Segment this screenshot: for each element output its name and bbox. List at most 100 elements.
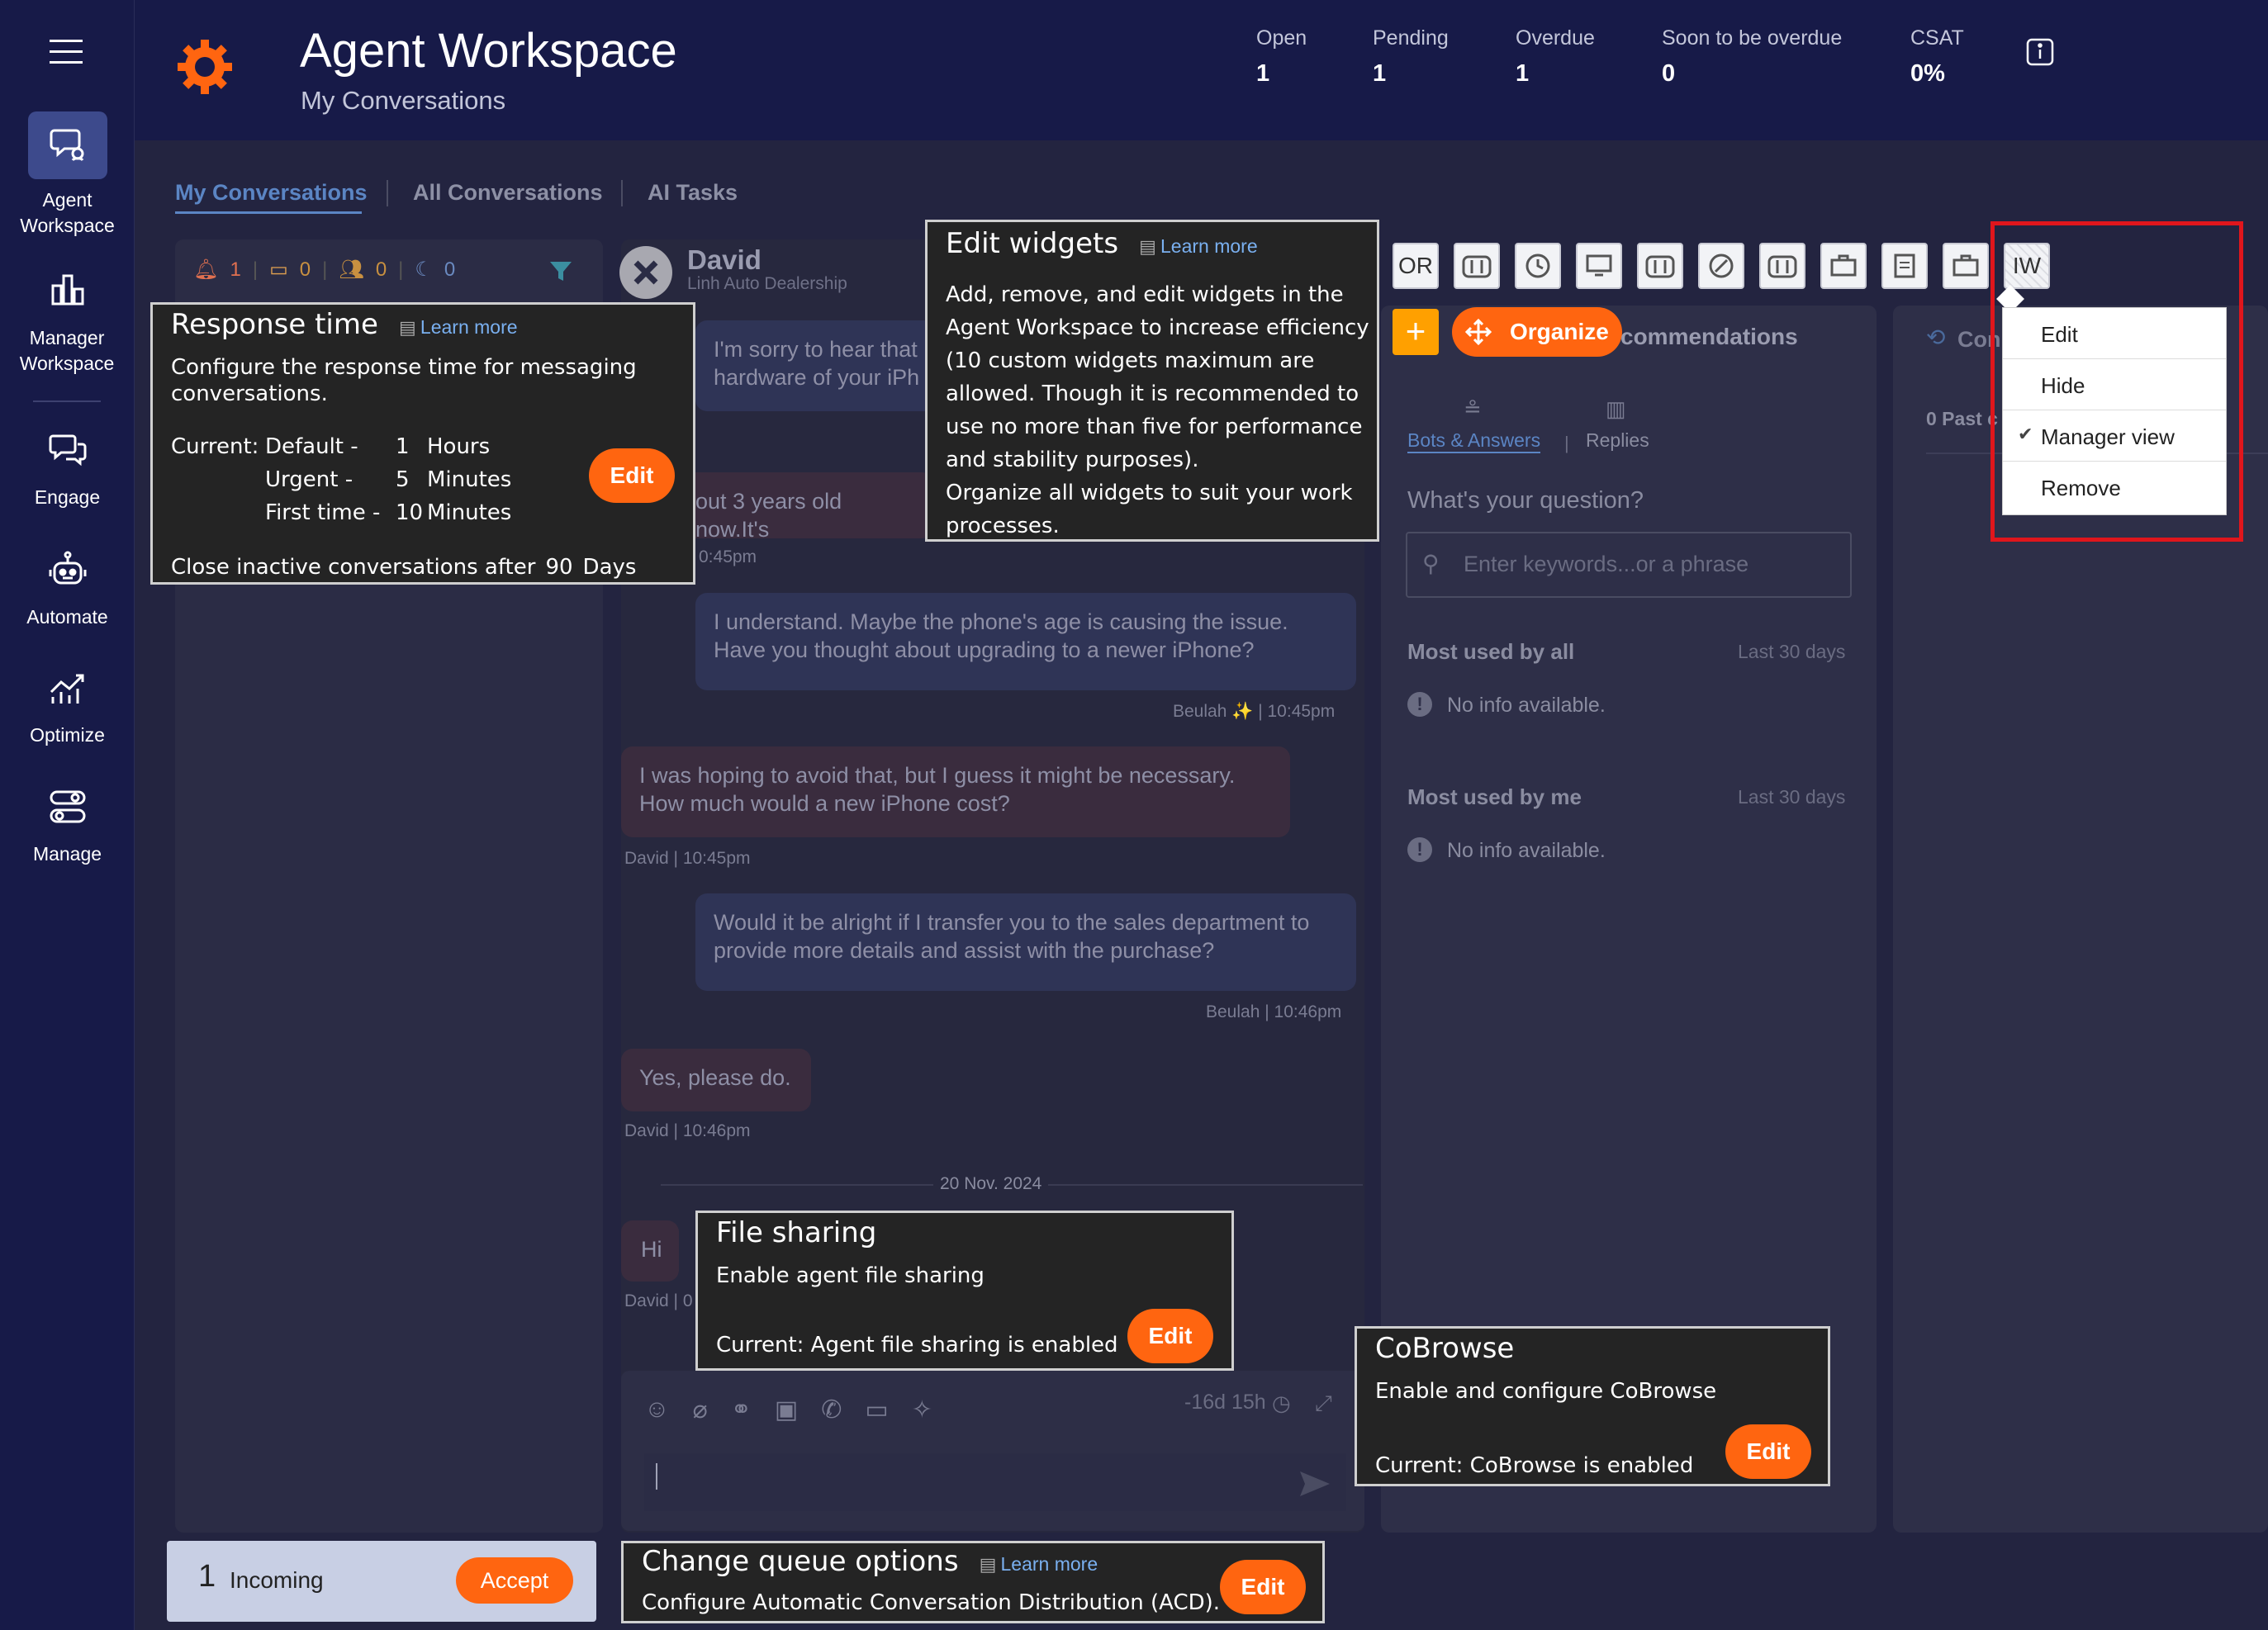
callout-text: Configure Automatic Conversation Distrib… [642, 1590, 1221, 1615]
replies-icon: ▥ [1606, 396, 1626, 421]
tab-divider [387, 180, 388, 206]
subtab-bots-answers[interactable]: Bots & Answers [1407, 429, 1541, 453]
callout-text: use no more than five for performance [946, 415, 1363, 439]
sidebar-item-optimize[interactable]: Optimize [0, 655, 135, 748]
clock-icon: ◷ [1272, 1391, 1291, 1415]
search-placeholder: Enter keywords...or a phrase [1464, 552, 1749, 576]
add-widget-button[interactable]: + [1393, 309, 1439, 355]
time-unit: Hours [427, 434, 491, 459]
kpi-value: 1 [1256, 60, 1270, 87]
widget-stack-icon[interactable] [1637, 243, 1683, 289]
link-icon[interactable]: ⚭ [731, 1395, 752, 1424]
phone-icon[interactable]: ✆ [821, 1395, 842, 1424]
users-icon[interactable]: 👥︎ [339, 258, 363, 282]
period-label: Last 30 days [1738, 641, 1846, 662]
widget-or-button[interactable]: OR [1393, 243, 1439, 289]
date-separator: 20 Nov. 2024 [933, 1174, 1049, 1194]
video-icon[interactable]: ▭ [865, 1395, 888, 1424]
learn-more-link[interactable]: Learn more [1001, 1553, 1098, 1575]
callout-status: Current: Agent file sharing is enabled [716, 1333, 1118, 1358]
edit-cobrowse-button[interactable]: Edit [1725, 1424, 1811, 1479]
incoming-count: 1 [198, 1559, 216, 1594]
moon-icon[interactable]: ☾ [415, 258, 433, 282]
sidebar-divider [33, 400, 101, 402]
sidebar-item-manager-workspace[interactable]: Manager Workspace [0, 256, 135, 377]
emoji-icon[interactable]: ☺ [644, 1395, 670, 1424]
sidebar-item-agent-workspace[interactable]: Agent Workspace [0, 111, 135, 239]
canned-response-icon[interactable]: ▣ [775, 1395, 798, 1424]
magic-wand-icon[interactable]: ✧ [912, 1395, 932, 1424]
callout-text: allowed. Though it is recommended to [946, 381, 1359, 406]
kpi-label: Pending [1373, 26, 1449, 50]
accept-button[interactable]: Accept [456, 1557, 573, 1604]
kpi-open[interactable]: Open 1 [1256, 26, 1307, 88]
callout-text: Agent Workspace to increase efficiency [946, 315, 1369, 340]
chat-message: Would it be alright if I transfer you to… [695, 893, 1356, 991]
sidebar-item-engage[interactable]: Engage [0, 417, 135, 510]
chat-widget-icon[interactable] [1576, 243, 1622, 289]
page-subtitle: My Conversations [301, 86, 506, 115]
tab-ai-tasks[interactable]: AI Tasks [648, 180, 738, 206]
callout-text: Enable and configure CoBrowse [1375, 1379, 1717, 1404]
message-text: Yes, please do. [639, 1065, 791, 1090]
sidebar-item-automate[interactable]: Automate [0, 537, 135, 630]
message-text: I understand. Maybe the phone's age is c… [714, 609, 1288, 634]
briefcase-icon[interactable] [1943, 243, 1989, 289]
send-icon[interactable] [1298, 1470, 1331, 1498]
hamburger-menu-icon[interactable] [50, 40, 83, 64]
callout-text: (10 custom widgets maximum are [946, 348, 1315, 373]
message-text: Would it be alright if I transfer you to… [714, 910, 1310, 935]
callout-body: Add, remove, and edit widgets in the Age… [946, 278, 1369, 543]
tab-all-conversations[interactable]: All Conversations [413, 180, 603, 206]
callout-body: Configure the response time for messagin… [171, 354, 637, 407]
sidebar-item-manage[interactable]: Manage [0, 774, 135, 867]
trend-chart-icon [28, 655, 107, 723]
message-input[interactable] [644, 1453, 1346, 1511]
message-meta: Beulah | 10:46pm [1206, 1002, 1342, 1021]
clipboard-icon[interactable] [1881, 243, 1928, 289]
callout-text: Close inactive conversations after [171, 555, 536, 580]
message-count: 0 [299, 258, 311, 281]
time-value: 1 [396, 434, 410, 459]
widget-stack-icon[interactable] [1454, 243, 1500, 289]
briefcase-icon[interactable] [1820, 243, 1867, 289]
edit-file-sharing-button[interactable]: Edit [1127, 1309, 1213, 1363]
tab-my-conversations[interactable]: My Conversations [175, 180, 368, 206]
edit-queue-button[interactable]: Edit [1220, 1560, 1306, 1614]
priority-label: Default - [265, 434, 358, 459]
learn-more-link[interactable]: Learn more [420, 316, 518, 338]
robot-icon [28, 537, 107, 604]
attachment-icon[interactable]: ⌀ [693, 1395, 708, 1424]
document-icon: ▤ [399, 318, 416, 339]
learn-more-link[interactable]: Learn more [1160, 235, 1258, 257]
message-text: out 3 years old now.It's [695, 489, 842, 542]
message-icon[interactable]: ▭ [269, 258, 288, 282]
widget-stack-icon[interactable] [1759, 243, 1805, 289]
alert-bell-icon[interactable]: 🔔︎ [193, 258, 218, 282]
chat-message: Yes, please do. [621, 1049, 811, 1111]
close-conversation-icon[interactable] [619, 246, 672, 299]
subtab-replies[interactable]: Replies [1586, 429, 1649, 452]
time-unit: Minutes [427, 467, 512, 492]
expand-icon[interactable]: ⤢ [1315, 1391, 1332, 1417]
compass-icon[interactable] [1698, 243, 1744, 289]
kpi-overdue[interactable]: Overdue 1 [1516, 26, 1595, 88]
past-conversations-count: 0 Past c [1926, 408, 1998, 429]
callout-text: Organize all widgets to suit your work [946, 481, 1353, 505]
priority-label: Urgent - [265, 467, 353, 492]
history-icon[interactable] [1515, 243, 1561, 289]
edit-response-time-button[interactable]: Edit [589, 448, 675, 503]
kpi-pending[interactable]: Pending 1 [1373, 26, 1449, 88]
info-icon[interactable] [2026, 38, 2054, 66]
edit-widgets-callout: Edit widgets ▤ Learn more Add, remove, a… [925, 220, 1379, 542]
composer-timer: -16d 15h [1184, 1391, 1266, 1414]
users-count: 0 [375, 258, 387, 281]
chat-message: out 3 years old now.It's [661, 472, 933, 542]
sidebar-item-label: Manage [32, 843, 102, 865]
filter-icon[interactable] [548, 259, 573, 284]
kpi-soon-overdue[interactable]: Soon to be overdue 0 [1662, 26, 1842, 88]
widget-title: commendations [1620, 324, 1798, 349]
no-info-text: No info available. [1447, 694, 1606, 717]
incoming-label: Incoming [230, 1567, 324, 1593]
kpi-csat[interactable]: CSAT 0% [1910, 26, 1964, 88]
